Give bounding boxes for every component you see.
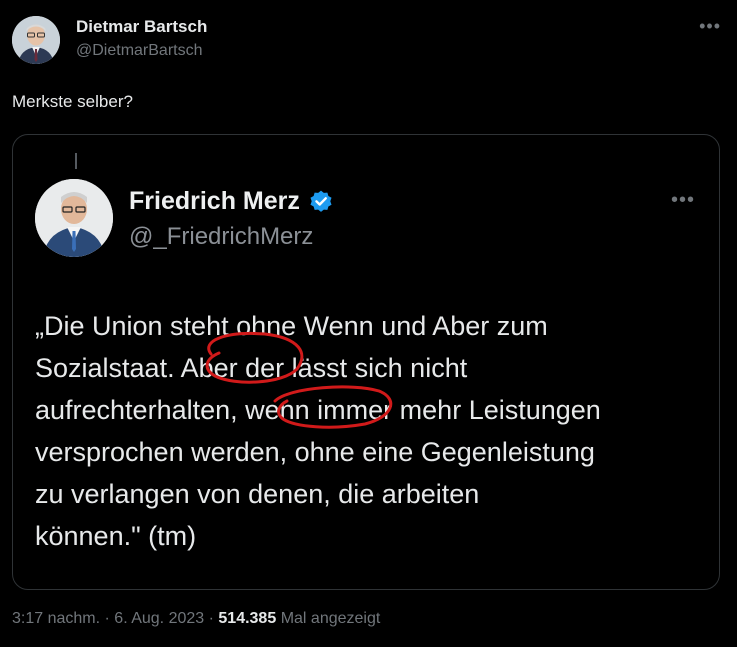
more-icon[interactable]: •••: [699, 16, 721, 37]
author-handle[interactable]: @DietmarBartsch: [76, 42, 203, 60]
tweet-text: Merkste selber?: [12, 92, 133, 111]
thread-line: [75, 153, 77, 169]
quoted-handle: @_FriedrichMerz: [129, 223, 314, 250]
views-count: 514.385: [218, 610, 277, 627]
tweet-time[interactable]: 3:17 nachm.: [12, 610, 100, 627]
author-header: Dietmar Bartsch @DietmarBartsch •••: [12, 14, 725, 66]
quote-line: können." (tm): [35, 521, 197, 551]
tweet-meta: 3:17 nachm. · 6. Aug. 2023 · 514.385 Mal…: [12, 610, 380, 628]
quote-line: versprochen werden, ohne eine Gegenleist…: [35, 437, 595, 467]
views-label: Mal angezeigt: [280, 610, 381, 627]
meta-separator: ·: [208, 610, 214, 627]
quote-line: aufrechterhalten, wenn immer mehr Leistu…: [35, 395, 601, 425]
quote-line: Sozialstaat. Aber der lässt sich nicht: [35, 353, 468, 383]
verified-icon: [308, 189, 334, 215]
author-name[interactable]: Dietmar Bartsch: [76, 17, 207, 37]
author-avatar[interactable]: [12, 16, 60, 64]
quoted-more-icon: •••: [670, 189, 695, 211]
quoted-name: Friedrich Merz: [129, 187, 334, 216]
quoted-image[interactable]: Friedrich Merz @_FriedrichMerz ••• „Die …: [12, 134, 720, 590]
quoted-avatar: [35, 179, 113, 257]
quoted-name-text: Friedrich Merz: [129, 187, 300, 215]
quote-line: zu verlangen von denen, die arbeiten: [35, 479, 480, 509]
tweet-date[interactable]: 6. Aug. 2023: [114, 610, 204, 627]
meta-separator: ·: [104, 610, 110, 627]
quote-line: „Die Union steht ohne Wenn und Aber zum: [35, 311, 548, 341]
quote-body: „Die Union steht ohne Wenn und Aber zum …: [35, 305, 710, 557]
